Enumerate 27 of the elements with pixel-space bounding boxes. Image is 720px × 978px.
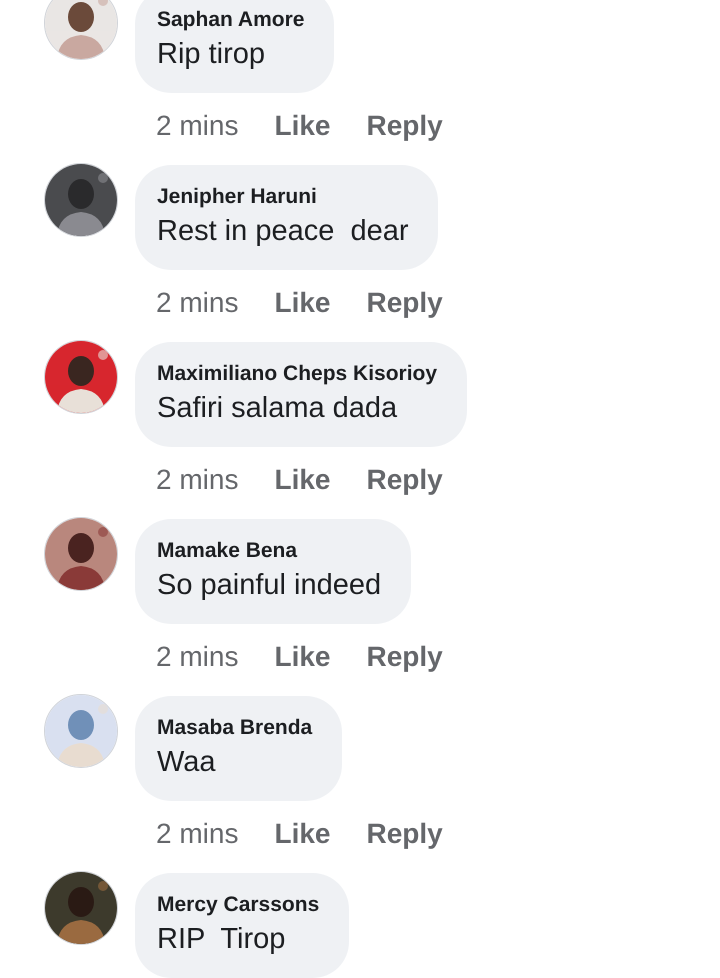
comment-text: Safiri salama dada <box>157 392 398 425</box>
comment-time: 2 mins <box>156 287 238 319</box>
comment-author: Mamake Bena <box>157 539 298 563</box>
comment-time: 2 mins <box>156 818 238 850</box>
comment-author: Maximiliano Cheps Kisorioy <box>157 362 438 386</box>
like-link[interactable]: Like <box>274 464 330 496</box>
comment-text: RIP Tirop <box>157 923 286 956</box>
comment-text: Rest in peace dear <box>157 215 408 248</box>
comment-time: 2 mins <box>156 110 238 142</box>
reply-link[interactable]: Reply <box>366 818 443 850</box>
comment-text: So painful indeed <box>157 569 382 602</box>
like-link[interactable]: Like <box>274 641 330 673</box>
like-link[interactable]: Like <box>274 287 330 319</box>
comment-time: 2 mins <box>156 464 238 496</box>
reply-link[interactable]: Reply <box>366 464 443 496</box>
comment-author: Jenipher Haruni <box>157 185 318 209</box>
reply-link[interactable]: Reply <box>366 641 443 673</box>
comment-time: 2 mins <box>156 641 238 673</box>
like-link[interactable]: Like <box>274 818 330 850</box>
comment-author: Mercy Carssons <box>157 893 320 917</box>
comment-text: Rip tirop <box>157 38 266 71</box>
like-link[interactable]: Like <box>274 110 330 142</box>
comment-author: Saphan Amore <box>157 8 304 32</box>
reply-link[interactable]: Reply <box>366 287 443 319</box>
comment-text: Waa <box>157 746 217 779</box>
reply-link[interactable]: Reply <box>366 110 443 142</box>
comment-author: Masaba Brenda <box>157 716 312 740</box>
